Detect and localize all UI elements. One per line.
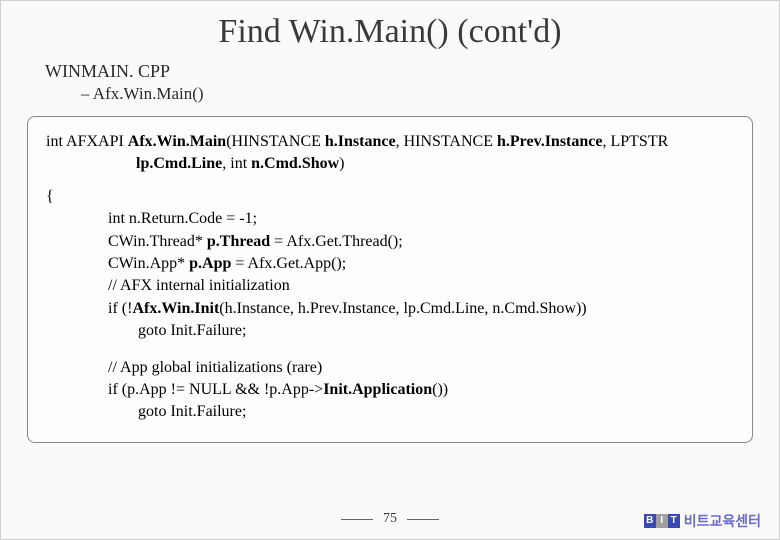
- code-text: (HINSTANCE: [226, 133, 325, 150]
- code-decl-line2: lp.Cmd.Line, int n.Cmd.Show): [136, 153, 734, 175]
- brand-text: 비트교육센터: [684, 511, 761, 531]
- var-name: p.Thread: [207, 233, 270, 250]
- code-comment: // App global initializations (rare): [108, 357, 734, 379]
- logo-letter: T: [668, 514, 680, 528]
- fn-name: Afx.Win.Main: [128, 133, 226, 150]
- param: h.Instance: [325, 133, 396, 150]
- code-text: int AFXAPI: [46, 133, 128, 150]
- code-text: CWin.Thread*: [108, 233, 207, 250]
- code-line: if (p.App != NULL && !p.App->Init.Applic…: [108, 379, 734, 401]
- code-text: = Afx.Get.App();: [231, 255, 346, 272]
- code-text: , int: [222, 155, 251, 172]
- code-line: goto Init.Failure;: [138, 320, 734, 342]
- fn-name: Init.Application: [323, 381, 432, 398]
- code-line: if (!Afx.Win.Init(h.Instance, h.Prev.Ins…: [108, 298, 734, 320]
- code-comment: // AFX internal initialization: [108, 275, 734, 297]
- fn-name: Afx.Win.Init: [132, 300, 219, 317]
- var-name: p.App: [189, 255, 231, 272]
- code-text: if (!: [108, 300, 132, 317]
- code-text: , HINSTANCE: [396, 133, 497, 150]
- slide: Find Win.Main() (cont'd) WINMAIN. CPP – …: [1, 1, 779, 539]
- file-subitem: – Afx.Win.Main(): [81, 84, 755, 104]
- code-text: ): [339, 155, 344, 172]
- code-line: CWin.App* p.App = Afx.Get.App();: [108, 253, 734, 275]
- code-text: if (p.App != NULL && !p.App->: [108, 381, 323, 398]
- footer-brand: B I T 비트교육센터: [644, 511, 761, 531]
- param: h.Prev.Instance: [497, 133, 602, 150]
- code-brace: {: [46, 186, 734, 208]
- code-line: CWin.Thread* p.Thread = Afx.Get.Thread()…: [108, 231, 734, 253]
- param: lp.Cmd.Line: [136, 155, 222, 172]
- code-block: int AFXAPI Afx.Win.Main(HINSTANCE h.Inst…: [27, 116, 753, 443]
- page-number: 75: [383, 511, 397, 527]
- bit-logo-icon: B I T: [644, 514, 680, 528]
- code-text: (h.Instance, h.Prev.Instance, lp.Cmd.Lin…: [219, 300, 586, 317]
- page-title: Find Win.Main() (cont'd): [25, 13, 755, 51]
- logo-letter: I: [656, 514, 668, 528]
- code-line: goto Init.Failure;: [138, 401, 734, 423]
- file-header: WINMAIN. CPP: [45, 61, 755, 82]
- param: n.Cmd.Show: [251, 155, 339, 172]
- page-number-value: 75: [383, 511, 397, 526]
- code-text: CWin.App*: [108, 255, 189, 272]
- code-line: int n.Return.Code = -1;: [108, 208, 734, 230]
- code-text: = Afx.Get.Thread();: [270, 233, 403, 250]
- code-text: , LPTSTR: [602, 133, 668, 150]
- logo-letter: B: [644, 514, 656, 528]
- code-decl-line1: int AFXAPI Afx.Win.Main(HINSTANCE h.Inst…: [46, 131, 734, 153]
- code-text: ()): [432, 381, 448, 398]
